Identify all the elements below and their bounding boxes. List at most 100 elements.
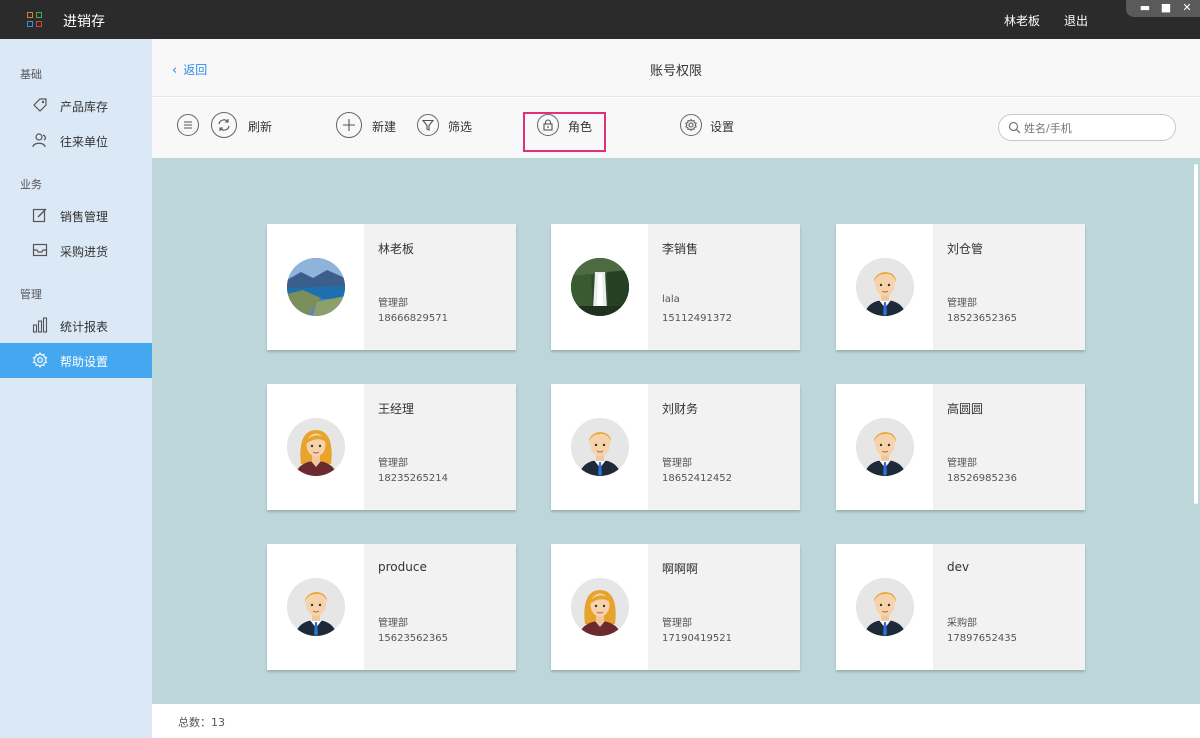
user-phone: 18652412452 [662,473,732,484]
user-card[interactable]: 王经理 管理部 18235265214 [267,384,516,510]
user-name: 刘财务 [662,402,699,416]
menu-button[interactable] [177,114,199,142]
refresh-button[interactable]: 刷新 [211,112,281,142]
waterfall-photo-avatar [571,258,629,316]
sidebar-item-label: 往来单位 [60,135,109,149]
user-department: 采购部 [947,618,977,629]
sidebar-item-purchase[interactable]: 采购进货 [0,233,152,268]
bar-chart-icon [32,317,48,333]
current-user[interactable]: 林老板 [1004,12,1040,29]
new-button[interactable]: 新建 [336,112,401,142]
inbox-icon [32,243,48,257]
male-avatar-icon [856,258,914,316]
user-department: 管理部 [947,458,977,469]
user-department: 管理部 [662,458,692,469]
user-card[interactable]: 高圆圆 管理部 18526985236 [836,384,1085,510]
sidebar-section-business: 业务 [20,178,42,191]
close-icon[interactable]: ✕ [1180,2,1194,14]
title-bar: 进销存 林老板 退出 ▬ ■ ✕ [0,0,1200,39]
user-department: lala [662,294,680,305]
search-box[interactable] [998,114,1176,141]
app-grid-icon [27,12,43,28]
user-phone: 18526985236 [947,473,1017,484]
lake-photo-avatar [287,258,345,316]
toolbar: 刷新 新建 筛选 角色 设置 [152,98,1200,158]
user-card[interactable]: produce 管理部 15623562365 [267,544,516,670]
user-name: 高圆圆 [947,402,984,416]
user-name: produce [378,560,427,574]
user-department: 管理部 [378,298,408,309]
page-title: 账号权限 [649,64,702,79]
user-card[interactable]: 啊啊啊 管理部 17190419521 [551,544,800,670]
maximize-icon[interactable]: ■ [1159,2,1173,14]
user-card-grid: 林老板 管理部 18666829571 李销售 lala 15112491372… [152,158,1200,704]
refresh-label: 刷新 [248,120,273,134]
user-card[interactable]: 李销售 lala 15112491372 [551,224,800,350]
sidebar-item-label: 销售管理 [60,210,109,224]
edit-icon [32,208,47,223]
refresh-icon [211,112,237,138]
contacts-icon [32,133,46,148]
user-name: dev [947,560,970,574]
role-label: 角色 [568,120,593,134]
user-name: 刘仓管 [947,242,984,256]
female-avatar-icon [287,418,345,476]
sidebar: 基础 产品库存 往来单位 业务 销售管理 采购进货 管理 统计报表 帮助设置 [0,39,152,738]
window-controls: ▬ ■ ✕ [1126,0,1200,17]
male-avatar-icon [856,418,914,476]
user-card[interactable]: 刘财务 管理部 18652412452 [551,384,800,510]
user-name: 李销售 [662,242,699,256]
male-avatar-icon [856,578,914,636]
search-input[interactable] [1024,119,1169,137]
plus-icon [336,112,362,138]
user-phone: 15112491372 [662,313,732,324]
gear-icon [680,114,702,136]
sidebar-item-help-settings[interactable]: 帮助设置 [0,343,152,378]
logout-link[interactable]: 退出 [1064,12,1088,29]
app-title: 进销存 [63,14,105,30]
user-department: 管理部 [662,618,692,629]
filter-button[interactable]: 筛选 [417,114,477,142]
filter-icon [417,114,439,136]
sidebar-section-basic: 基础 [20,68,42,81]
user-department: 管理部 [378,618,408,629]
user-department: 管理部 [378,458,408,469]
menu-icon [177,114,199,136]
sidebar-item-product-stock[interactable]: 产品库存 [0,88,152,123]
user-name: 林老板 [378,242,415,256]
male-avatar-icon [571,418,629,476]
sidebar-item-label: 采购进货 [60,245,109,259]
user-department: 管理部 [947,298,977,309]
tag-icon [33,98,47,112]
sidebar-item-partners[interactable]: 往来单位 [0,123,152,158]
minimize-icon[interactable]: ▬ [1138,2,1152,14]
sidebar-section-manage: 管理 [20,288,42,301]
user-card[interactable]: dev 采购部 17897652435 [836,544,1085,670]
settings-button[interactable]: 设置 [680,114,740,142]
user-name: 啊啊啊 [662,562,699,576]
female-avatar-icon [571,578,629,636]
total-count: 总数：13 [178,716,225,729]
new-label: 新建 [372,120,397,134]
sidebar-item-label: 统计报表 [60,320,109,334]
main-panel: ‹ 返回 账号权限 刷新 新建 筛选 角色 设置 姓名/手机 林老板 管理部 1… [152,39,1200,738]
footer: 总数：13 [152,704,1200,738]
user-phone: 17190419521 [662,633,732,644]
user-card[interactable]: 林老板 管理部 18666829571 [267,224,516,350]
scrollbar[interactable] [1194,164,1198,504]
lock-icon [537,114,559,136]
sidebar-item-sales[interactable]: 销售管理 [0,198,152,233]
sidebar-item-label: 产品库存 [60,100,109,114]
user-phone: 17897652435 [947,633,1017,644]
sidebar-item-reports[interactable]: 统计报表 [0,308,152,343]
settings-label: 设置 [710,120,735,134]
user-card[interactable]: 刘仓管 管理部 18523652365 [836,224,1085,350]
filter-label: 筛选 [448,120,473,134]
sidebar-item-label: 帮助设置 [60,355,109,369]
gear-icon [32,352,48,368]
search-icon [1008,121,1021,134]
page-header: ‹ 返回 账号权限 [152,39,1200,97]
role-button[interactable]: 角色 [537,114,597,142]
user-phone: 18523652365 [947,313,1017,324]
user-phone: 15623562365 [378,633,448,644]
